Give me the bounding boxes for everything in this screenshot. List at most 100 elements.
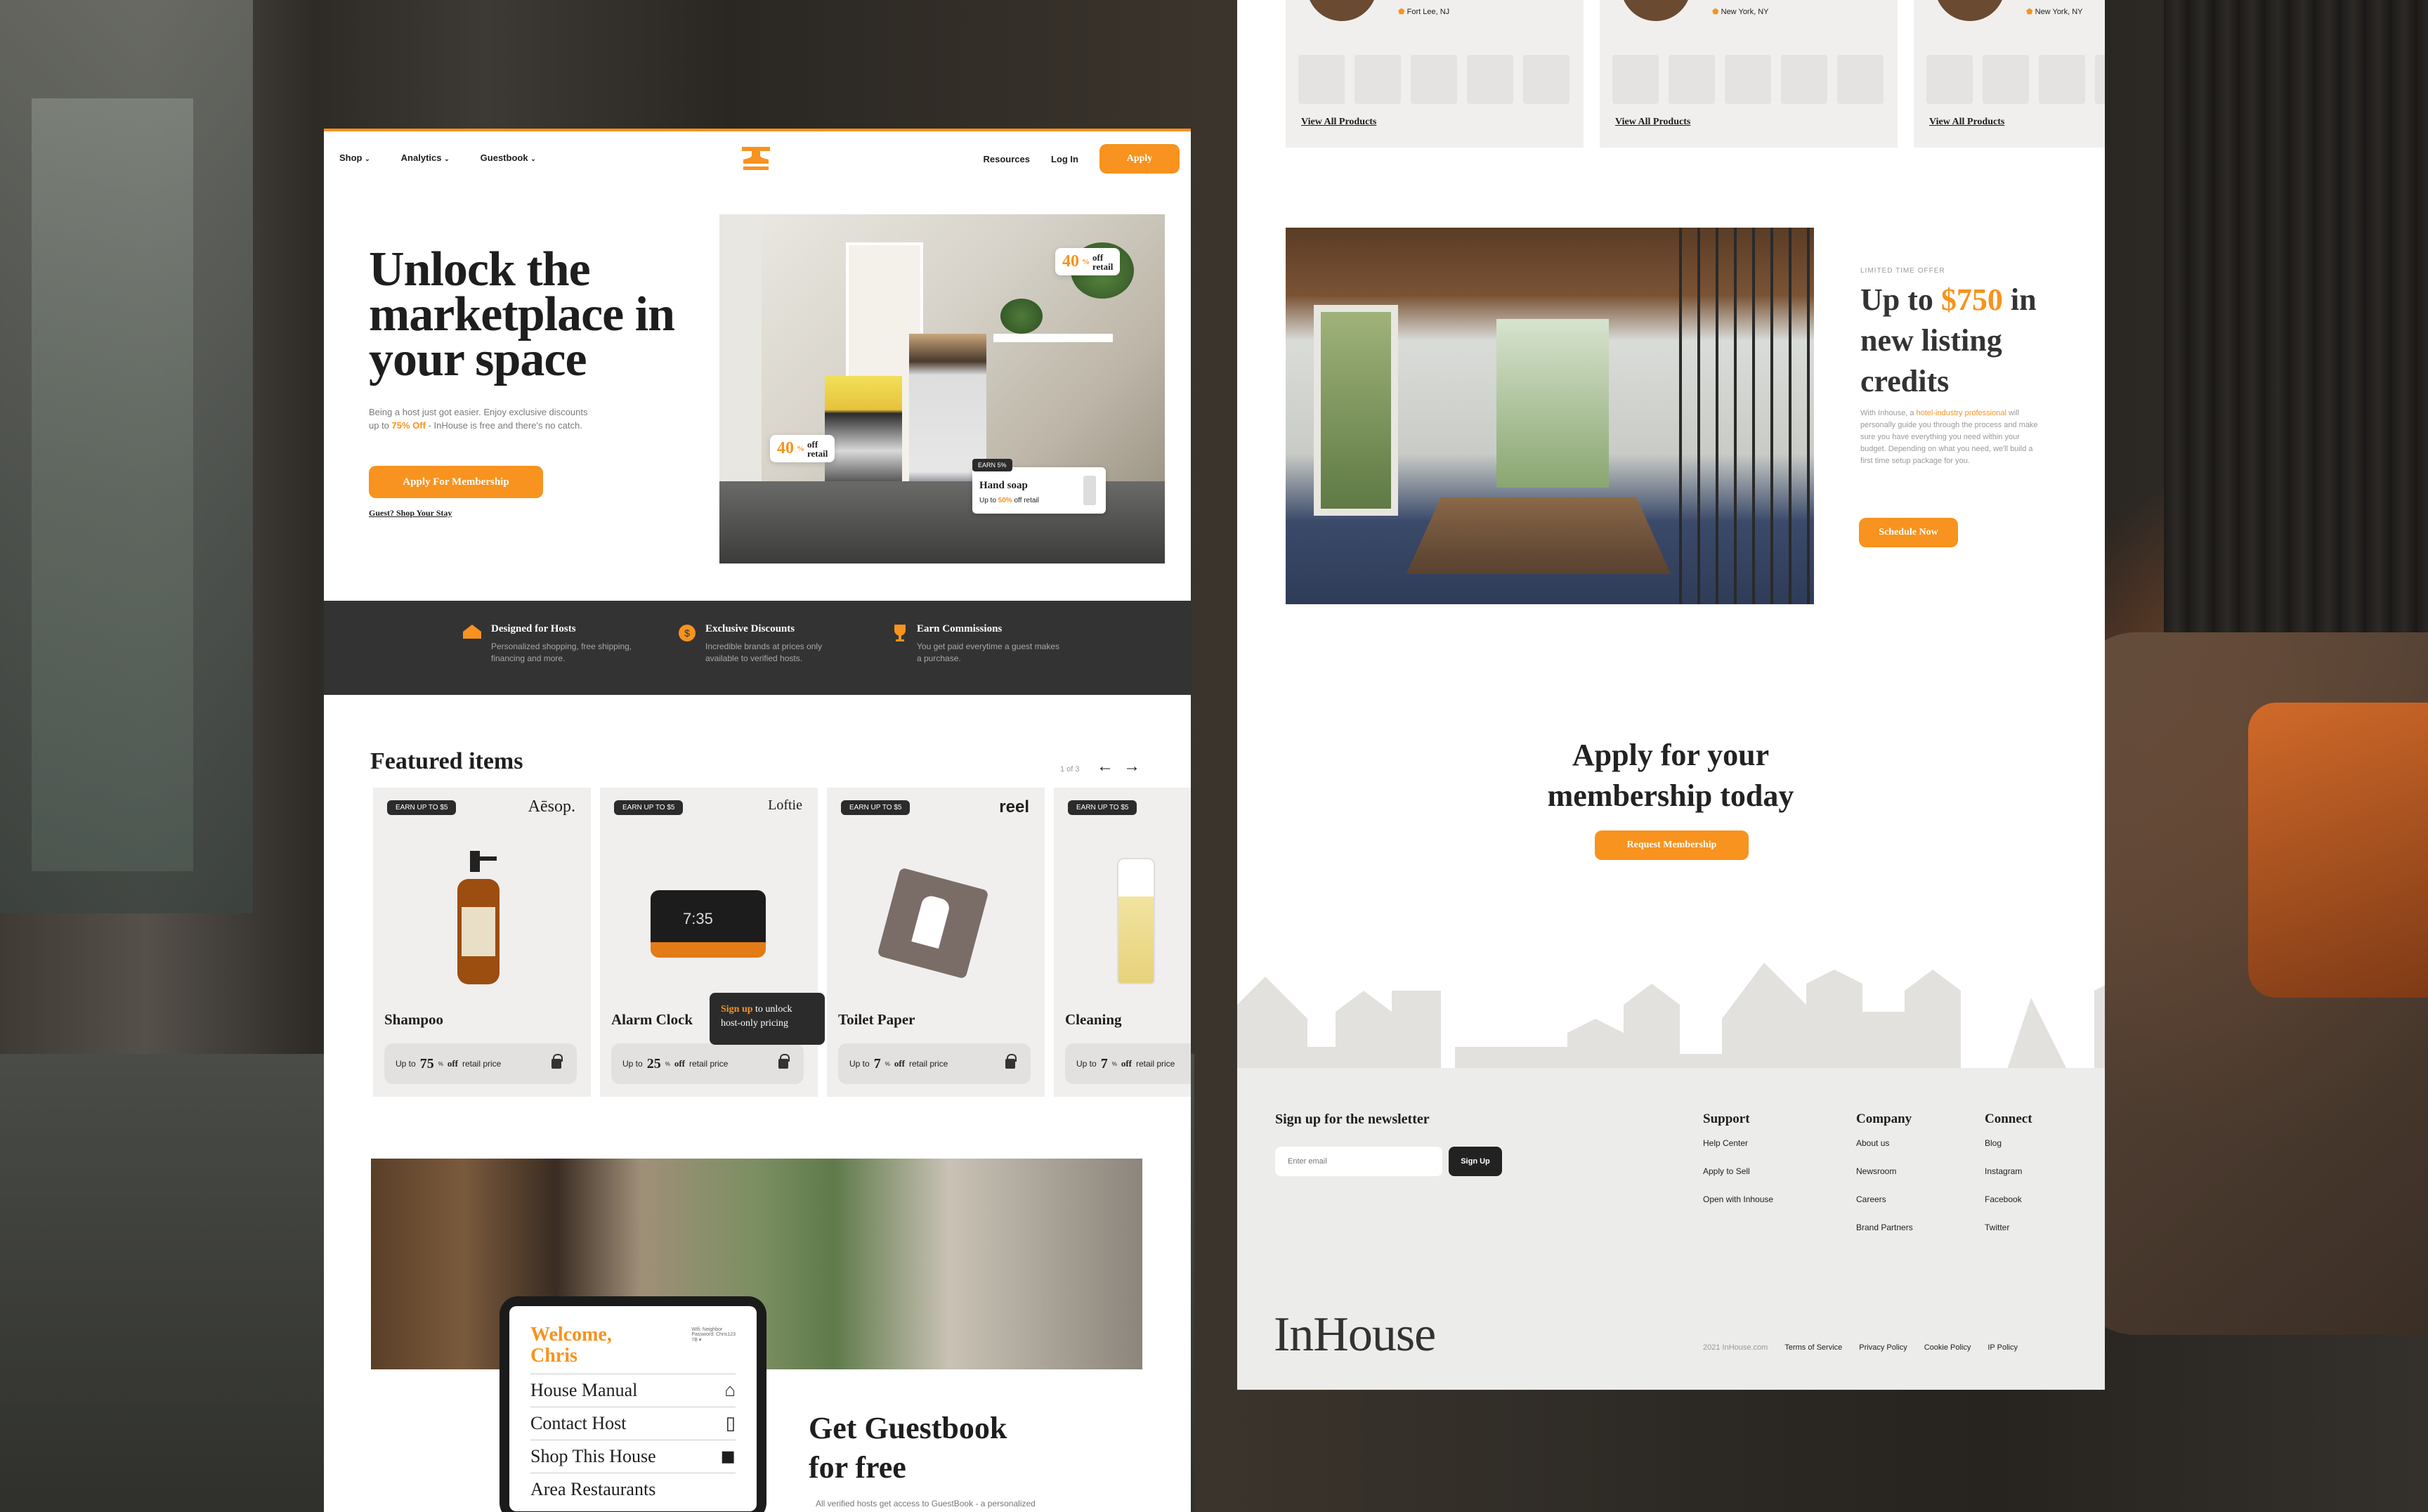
price-pill[interactable]: Up to 7% off retail price (838, 1043, 1031, 1084)
earn-badge: EARN UP TO $5 (841, 800, 910, 815)
footer-link[interactable]: Blog (1985, 1138, 2032, 1148)
product-card[interactable]: EARN UP TO $5 Loftie 7:35 Alarm Clock Up… (600, 788, 825, 1097)
product-thumb (2039, 55, 2085, 104)
price-pill[interactable]: Up to 7% off retail price (1065, 1043, 1191, 1084)
popup-sub-part: Up to (979, 497, 998, 504)
footer-link[interactable]: Twitter (1985, 1223, 2032, 1232)
price-off: off (894, 1058, 905, 1069)
chevron-down-icon: ⌄ (365, 155, 370, 162)
offer-desc: With Inhouse, a hotel-industry professio… (1860, 408, 2043, 467)
feature-desc: Personalized shopping, free shipping, fi… (491, 641, 632, 663)
product-thumb (1298, 55, 1345, 104)
shampoo-bottle-icon (457, 851, 500, 984)
legal-links: 2021 InHouse.com Terms of Service Privac… (1703, 1343, 2018, 1352)
tablet-menu-item[interactable]: House Manual ⌂ (530, 1374, 736, 1407)
tablet-mockup: Welcome, Chris Wifi: Neighbor Password: … (500, 1296, 766, 1512)
cookie-link[interactable]: Cookie Policy (1924, 1343, 1971, 1352)
tooltip-signup[interactable]: Sign up (721, 1004, 753, 1015)
house-icon: ⌂ (724, 1380, 736, 1400)
product-thumb (1926, 55, 1973, 104)
feature-item: Earn Commissions You get paid everytime a… (892, 623, 1064, 665)
tablet-item-label: Contact Host (530, 1413, 627, 1433)
product-thumb (1612, 55, 1659, 104)
price-off: off (674, 1058, 685, 1069)
product-popup[interactable]: EARN 5% Hand soap Up to 50% off retail (972, 459, 1106, 514)
location-text: New York, NY (2035, 8, 2083, 16)
tablet-menu-item[interactable]: Shop This House ◼ (530, 1440, 736, 1473)
host-card[interactable]: ⬟ New York, NY View All Products (1600, 0, 1898, 148)
nav-guestbook[interactable]: Guestbook ⌄ (481, 152, 536, 163)
dollar-icon: $ (679, 625, 696, 641)
nav-analytics-label: Analytics (400, 152, 442, 163)
avatar (1935, 0, 2005, 21)
landing-page-mockup-2: ⬟ Fort Lee, NJ View All Products ⬟ New Y… (1237, 0, 2105, 1390)
guestbook-title: Get Guestbook for free (809, 1411, 1007, 1485)
hero-title: Unlock the marketplace in your space (369, 242, 675, 386)
request-membership-button[interactable]: Request Membership (1595, 830, 1749, 860)
view-all-products-link[interactable]: View All Products (1615, 117, 1690, 128)
nav-resources[interactable]: Resources (984, 154, 1030, 164)
feature-desc: Incredible brands at prices only availab… (705, 641, 823, 663)
nav-shop[interactable]: Shop ⌄ (339, 152, 370, 163)
nav-analytics[interactable]: Analytics ⌄ (401, 152, 450, 163)
footer-col-title: Support (1703, 1112, 1750, 1126)
footer-link[interactable]: Facebook (1985, 1194, 2032, 1204)
badge-percent: 40 (777, 439, 794, 457)
price-suffix: retail price (1135, 1059, 1175, 1069)
host-card[interactable]: ⬟ New York, NY View All Products (1914, 0, 2105, 148)
newsletter-signup-button[interactable]: Sign Up (1449, 1147, 1502, 1176)
tablet-wifi: Wifi: Neighbor Password: Chris123 7B ▾ (691, 1327, 736, 1343)
product-card[interactable]: EARN UP TO $5 Cleaning Up to 7% off retail … (1054, 788, 1191, 1097)
location-pin-icon: ⬟ (1712, 8, 1719, 16)
arrow-left-icon[interactable]: ← (1097, 757, 1114, 776)
window (1314, 305, 1398, 516)
price-pct: 7 (1100, 1055, 1108, 1071)
footer-link[interactable]: Careers (1856, 1194, 1913, 1204)
footer-link[interactable]: Instagram (1985, 1166, 2032, 1176)
view-all-products-link[interactable]: View All Products (1301, 117, 1376, 128)
footer-link[interactable]: Brand Partners (1856, 1223, 1913, 1232)
features-bar: Designed for Hosts Personalized shopping,… (324, 601, 1191, 695)
schedule-now-button[interactable]: Schedule Now (1859, 518, 1958, 547)
apply-membership-button[interactable]: Apply For Membership (369, 466, 543, 498)
apply-button[interactable]: Apply (1099, 144, 1180, 174)
view-all-products-link[interactable]: View All Products (1929, 117, 2004, 128)
newsletter-title: Sign up for the newsletter (1275, 1112, 1430, 1127)
price-pill[interactable]: Up to 75% off retail price (384, 1043, 577, 1084)
price-prefix: Up to (622, 1059, 643, 1069)
ip-policy-link[interactable]: IP Policy (1988, 1343, 2018, 1352)
popup-sub-part: off retail (1012, 497, 1039, 504)
footer-support: Support Help Center Apply to Sell Open w… (1703, 1112, 1773, 1223)
footer-logo[interactable]: InHouse (1274, 1307, 1436, 1363)
lock-icon (551, 1054, 563, 1069)
nav-login[interactable]: Log In (1051, 154, 1078, 164)
footer-link[interactable]: Newsroom (1856, 1166, 1913, 1176)
privacy-link[interactable]: Privacy Policy (1859, 1343, 1907, 1352)
product-card[interactable]: EARN UP TO $5 Aēsop. Shampoo Up to 75% off… (373, 788, 591, 1097)
tablet-menu-item[interactable]: Contact Host ▯ (530, 1407, 736, 1440)
footer-link[interactable]: Apply to Sell (1703, 1166, 1773, 1176)
tablet-menu-item[interactable]: Area Restaurants (530, 1473, 736, 1506)
newsletter-email-input[interactable] (1275, 1147, 1442, 1176)
window (1496, 319, 1609, 488)
footer-link[interactable]: Open with Inhouse (1703, 1194, 1773, 1204)
shelf (993, 334, 1113, 342)
avatar (1307, 0, 1377, 21)
phone-icon: ▯ (725, 1413, 736, 1433)
arrow-right-icon[interactable]: → (1123, 757, 1140, 776)
price-suffix: retail price (908, 1059, 948, 1069)
barn-interior-photo (1286, 228, 1814, 604)
feature-desc: You get paid everytime a guest makes a p… (917, 641, 1060, 663)
guest-shop-link[interactable]: Guest? Shop Your Stay (369, 508, 452, 519)
product-thumb (1355, 55, 1401, 104)
price-pill[interactable]: Up to 25% off retail price (611, 1043, 804, 1084)
product-card[interactable]: EARN UP TO $5 reel Toilet Paper Up to 7% o… (827, 788, 1045, 1097)
footer-link[interactable]: Help Center (1703, 1138, 1773, 1148)
badge-retail: retail (807, 448, 828, 459)
feature-item: Designed for Hosts Personalized shopping,… (462, 623, 639, 665)
terms-link[interactable]: Terms of Service (1784, 1343, 1842, 1352)
guestbook-desc: All verified hosts get access to GuestBo… (816, 1499, 1036, 1508)
footer-link[interactable]: About us (1856, 1138, 1913, 1148)
inhouse-logo-icon[interactable] (740, 144, 771, 172)
host-card[interactable]: ⬟ Fort Lee, NJ View All Products (1286, 0, 1584, 148)
